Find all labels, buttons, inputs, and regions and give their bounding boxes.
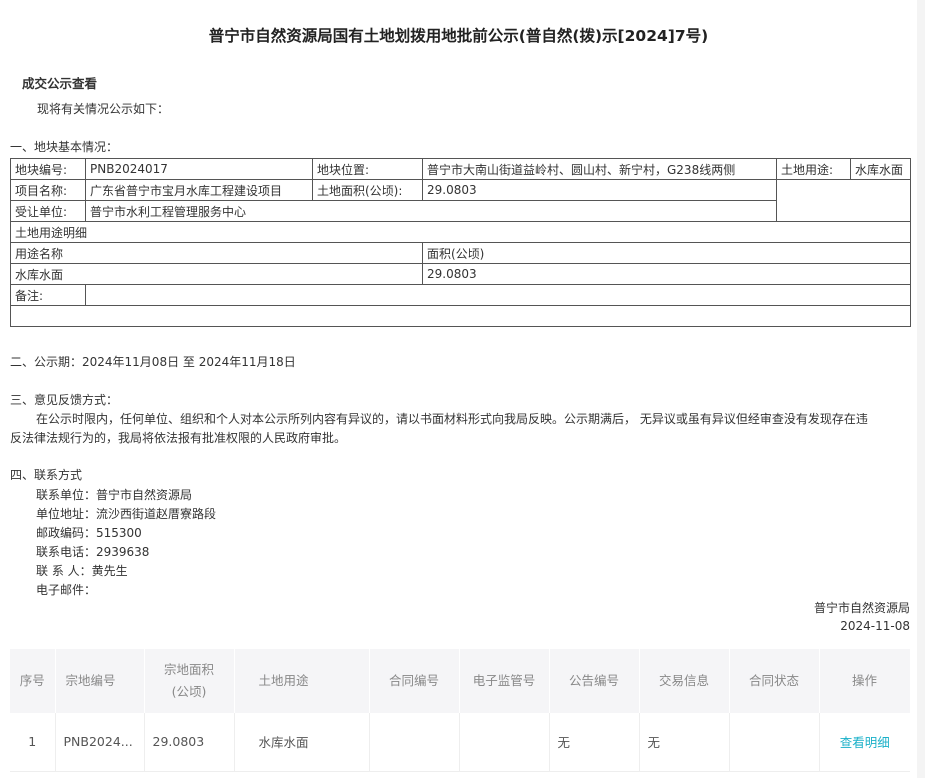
- header-area-line1: 宗地面积: [163, 662, 214, 677]
- usage-name-header: 用途名称: [10, 242, 423, 264]
- section3-line1: 在公示时限内，任何单位、组织和个人对本公示所列内容有异议的，请以书面材料形式向我…: [36, 412, 868, 426]
- contact-email: 电子邮件：: [36, 583, 97, 597]
- cell-notice-no: 无: [549, 713, 640, 772]
- plot-no-value: PNB2024017: [85, 158, 313, 180]
- remark-label: 备注:: [10, 284, 86, 306]
- cell-trade-info: 无: [639, 713, 730, 772]
- cell-action: 查看明细: [819, 713, 910, 772]
- section4-title: 四、联系方式: [10, 468, 83, 482]
- cell-no: 1: [10, 713, 56, 772]
- intro-text: 现将有关情况公示如下：: [37, 102, 170, 116]
- header-contract-no: 合同编号: [369, 649, 460, 713]
- header-supervision-no: 电子监管号: [459, 649, 550, 713]
- section1-title: 一、地块基本情况：: [10, 140, 119, 154]
- cell-contract-status: [729, 713, 820, 772]
- cell-contract-no: [369, 713, 460, 772]
- cell-supervision-no: [459, 713, 550, 772]
- grantee-label: 受让单位:: [10, 200, 86, 222]
- contact-phone: 联系电话：2939638: [36, 545, 150, 559]
- header-notice-no: 公告编号: [549, 649, 640, 713]
- usage-label: 土地用途:: [776, 158, 851, 180]
- contact-person: 联 系 人：黄先生: [36, 564, 128, 578]
- vertical-scrollbar[interactable]: [917, 0, 925, 778]
- header-trade-info: 交易信息: [639, 649, 730, 713]
- header-action: 操作: [819, 649, 911, 713]
- page-title: 普宁市自然资源局国有土地划拨用地批前公示(普自然(拨)示[2024]7号): [208, 27, 709, 45]
- usage-row-name: 水库水面: [10, 263, 423, 285]
- header-area-line2: (公顷): [171, 684, 207, 699]
- table-row: 1 PNB2024... 29.0803 水库水面 无 无 查看明细: [10, 713, 910, 772]
- location-label: 地块位置:: [312, 158, 423, 180]
- plot-info-table: 地块编号: PNB2024017 地块位置: 普宁市大南山街道益岭村、圆山村、新…: [10, 158, 911, 327]
- usage-row-area: 29.0803: [422, 263, 911, 285]
- usage-value: 水库水面: [850, 158, 911, 180]
- grantee-value: 普宁市水利工程管理服务中心: [85, 200, 777, 222]
- plot-no-label: 地块编号:: [10, 158, 86, 180]
- remark-value: [85, 284, 911, 306]
- contact-postcode: 邮政编码：515300: [36, 526, 142, 540]
- notice-page: 普宁市自然资源局国有土地划拨用地批前公示(普自然(拨)示[2024]7号) 成交…: [0, 0, 917, 778]
- section2-period: 二、公示期：2024年11月08日 至 2024年11月18日: [10, 355, 296, 369]
- signature-org: 普宁市自然资源局: [813, 601, 910, 615]
- empty-row: [10, 305, 911, 327]
- project-value: 广东省普宁市宝月水库工程建设项目: [85, 179, 313, 201]
- empty-cell: [776, 179, 911, 222]
- section-heading: 成交公示查看: [22, 76, 98, 91]
- table-header-row: 序号 宗地编号 宗地面积 (公顷) 土地用途 合同编号 电子监管号 公告编号 交…: [10, 649, 911, 713]
- cell-plot-no: PNB2024...: [55, 713, 145, 772]
- project-label: 项目名称:: [10, 179, 86, 201]
- header-area: 宗地面积 (公顷): [144, 649, 235, 713]
- area-label: 土地面积(公顷):: [312, 179, 423, 201]
- header-contract-status: 合同状态: [729, 649, 820, 713]
- usage-area-header: 面积(公顷): [422, 242, 911, 264]
- cell-area: 29.0803: [144, 713, 235, 772]
- cell-usage: 水库水面: [234, 713, 370, 772]
- signature-date: 2024-11-08: [840, 619, 910, 633]
- contact-unit: 联系单位：普宁市自然资源局: [36, 488, 193, 502]
- header-usage: 土地用途: [234, 649, 370, 713]
- header-plot-no: 宗地编号: [55, 649, 145, 713]
- usage-detail-label: 土地用途明细: [10, 221, 911, 243]
- section3-title: 三、意见反馈方式：: [10, 393, 119, 407]
- transaction-list-table: 序号 宗地编号 宗地面积 (公顷) 土地用途 合同编号 电子监管号 公告编号 交…: [10, 649, 911, 772]
- header-no: 序号: [10, 649, 56, 713]
- location-value: 普宁市大南山街道益岭村、圆山村、新宁村，G238线两侧: [422, 158, 777, 180]
- area-value: 29.0803: [422, 179, 777, 201]
- view-detail-link[interactable]: 查看明细: [840, 735, 890, 750]
- contact-address: 单位地址：流沙西街道赵厝寮路段: [36, 507, 217, 521]
- section3-line2: 反法律法规行为的，我局将依法报有批准权限的人民政府审批。: [10, 431, 347, 445]
